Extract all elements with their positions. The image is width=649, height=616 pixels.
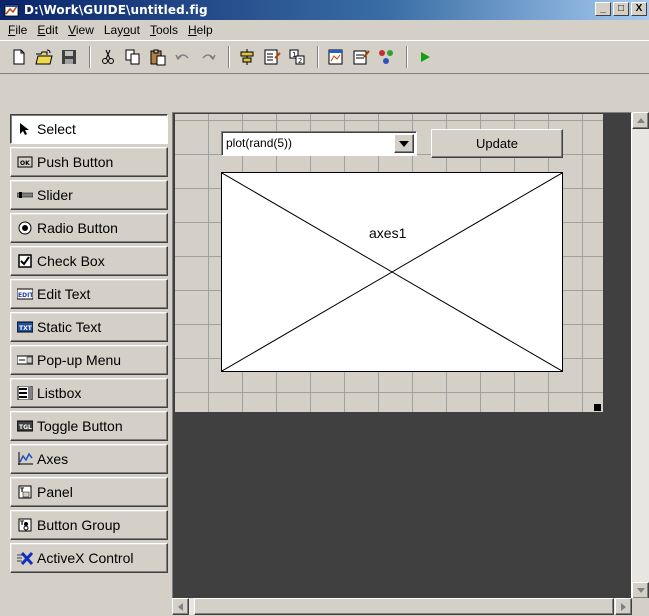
vertical-scrollbar[interactable] bbox=[632, 112, 649, 599]
listbox-icon bbox=[17, 386, 33, 400]
palette-label: Push Button bbox=[37, 154, 114, 170]
undo-icon[interactable] bbox=[172, 46, 194, 68]
palette-label: Edit Text bbox=[37, 286, 91, 302]
palette-label: Axes bbox=[37, 451, 69, 467]
palette-listbox[interactable]: Listbox bbox=[10, 378, 168, 408]
palette-label: Check Box bbox=[37, 253, 105, 269]
menu-layout[interactable]: Layout bbox=[99, 23, 145, 37]
palette-panel[interactable]: T Panel bbox=[10, 477, 168, 507]
toolbar-separator bbox=[228, 46, 230, 68]
svg-text:TXT: TXT bbox=[19, 325, 33, 332]
scrollbar-corner bbox=[632, 598, 649, 615]
palette-axes[interactable]: Axes bbox=[10, 444, 168, 474]
select-arrow-icon bbox=[17, 122, 33, 136]
panel-icon: T bbox=[17, 485, 33, 499]
palette-label: Radio Button bbox=[37, 220, 118, 236]
save-icon[interactable] bbox=[58, 46, 80, 68]
palette-label: Toggle Button bbox=[37, 418, 123, 434]
palette-popup-menu[interactable]: Pop-up Menu bbox=[10, 345, 168, 375]
align-objects-icon[interactable] bbox=[236, 46, 258, 68]
property-inspector-icon[interactable] bbox=[350, 46, 372, 68]
palette-toggle-button[interactable]: TGL Toggle Button bbox=[10, 411, 168, 441]
svg-text:OK: OK bbox=[20, 160, 30, 167]
svg-text:2: 2 bbox=[298, 57, 302, 65]
palette-label: Static Text bbox=[37, 319, 102, 335]
matlab-figure-icon bbox=[4, 2, 20, 18]
push-button-icon: OK bbox=[17, 155, 33, 169]
palette-label: Select bbox=[37, 121, 76, 137]
palette-check-box[interactable]: Check Box bbox=[10, 246, 168, 276]
scroll-down-icon[interactable] bbox=[632, 582, 649, 599]
axes-icon bbox=[17, 452, 33, 466]
copy-icon[interactable] bbox=[122, 46, 144, 68]
chevron-down-icon[interactable] bbox=[394, 134, 414, 153]
palette-select[interactable]: Select bbox=[10, 114, 168, 144]
toolbar-separator bbox=[317, 46, 319, 68]
palette-edit-text[interactable]: EDIT Edit Text bbox=[10, 279, 168, 309]
popup-menu-icon bbox=[17, 353, 33, 367]
window-title: D:\Work\GUIDE\untitled.fig bbox=[24, 3, 208, 17]
palette-button-group[interactable]: T Button Group bbox=[10, 510, 168, 540]
palette-static-text[interactable]: TXT Static Text bbox=[10, 312, 168, 342]
palette-radio-button[interactable]: Radio Button bbox=[10, 213, 168, 243]
menu-editor-icon[interactable] bbox=[261, 46, 283, 68]
component-palette: Select OK Push Button Slider Radio Butto… bbox=[10, 114, 168, 576]
popup-menu-control[interactable]: plot(rand(5)) bbox=[221, 131, 417, 156]
toolbar-separator bbox=[406, 46, 408, 68]
cut-icon[interactable] bbox=[97, 46, 119, 68]
scroll-up-icon[interactable] bbox=[632, 112, 649, 129]
static-text-icon: TXT bbox=[17, 320, 33, 334]
object-browser-icon[interactable] bbox=[375, 46, 397, 68]
menu-help[interactable]: Help bbox=[183, 23, 218, 37]
palette-label: Pop-up Menu bbox=[37, 352, 122, 368]
tab-order-icon[interactable]: 12 bbox=[286, 46, 308, 68]
popup-value: plot(rand(5)) bbox=[226, 136, 293, 150]
title-bar[interactable]: D:\Work\GUIDE\untitled.fig _ □ X bbox=[0, 0, 649, 20]
figure-resize-handle[interactable] bbox=[594, 404, 601, 411]
redo-icon[interactable] bbox=[197, 46, 219, 68]
mfile-editor-icon[interactable] bbox=[325, 46, 347, 68]
menu-file[interactable]: File bbox=[3, 23, 32, 37]
menu-edit[interactable]: Edit bbox=[32, 23, 63, 37]
svg-text:EDIT: EDIT bbox=[18, 292, 33, 299]
menu-bar: File Edit View Layout Tools Help bbox=[0, 20, 649, 39]
palette-label: Panel bbox=[37, 484, 73, 500]
toggle-button-icon: TGL bbox=[17, 419, 33, 433]
check-box-icon bbox=[17, 254, 33, 268]
button-group-icon: T bbox=[17, 518, 33, 532]
menu-view[interactable]: View bbox=[63, 23, 99, 37]
activex-icon bbox=[17, 551, 33, 565]
menu-tools[interactable]: Tools bbox=[145, 23, 183, 37]
open-icon[interactable] bbox=[33, 46, 55, 68]
scroll-right-icon[interactable] bbox=[615, 598, 632, 615]
maximize-button[interactable]: □ bbox=[613, 2, 629, 16]
run-icon[interactable] bbox=[414, 46, 436, 68]
new-icon[interactable] bbox=[8, 46, 30, 68]
axes-label: axes1 bbox=[369, 225, 407, 241]
palette-label: Slider bbox=[37, 187, 73, 203]
scroll-left-icon[interactable] bbox=[172, 598, 189, 615]
edit-text-icon: EDIT bbox=[17, 287, 33, 301]
palette-slider[interactable]: Slider bbox=[10, 180, 168, 210]
svg-text:TGL: TGL bbox=[19, 424, 32, 431]
svg-text:1: 1 bbox=[292, 51, 296, 59]
toolbar: 12 bbox=[0, 40, 649, 74]
horizontal-scrollbar[interactable] bbox=[172, 598, 632, 615]
radio-button-icon bbox=[17, 221, 33, 235]
horizontal-scroll-thumb[interactable] bbox=[194, 598, 614, 615]
palette-label: Button Group bbox=[37, 517, 121, 533]
palette-push-button[interactable]: OK Push Button bbox=[10, 147, 168, 177]
minimize-button[interactable]: _ bbox=[595, 2, 611, 16]
palette-activex-control[interactable]: ActiveX Control bbox=[10, 543, 168, 573]
paste-icon[interactable] bbox=[147, 46, 169, 68]
axes1-placeholder[interactable]: axes1 bbox=[221, 172, 563, 372]
slider-icon bbox=[17, 188, 33, 202]
close-button[interactable]: X bbox=[631, 2, 647, 16]
toolbar-separator bbox=[89, 46, 91, 68]
update-button[interactable]: Update bbox=[431, 129, 563, 158]
palette-label: ActiveX Control bbox=[37, 550, 134, 566]
palette-label: Listbox bbox=[37, 385, 82, 401]
